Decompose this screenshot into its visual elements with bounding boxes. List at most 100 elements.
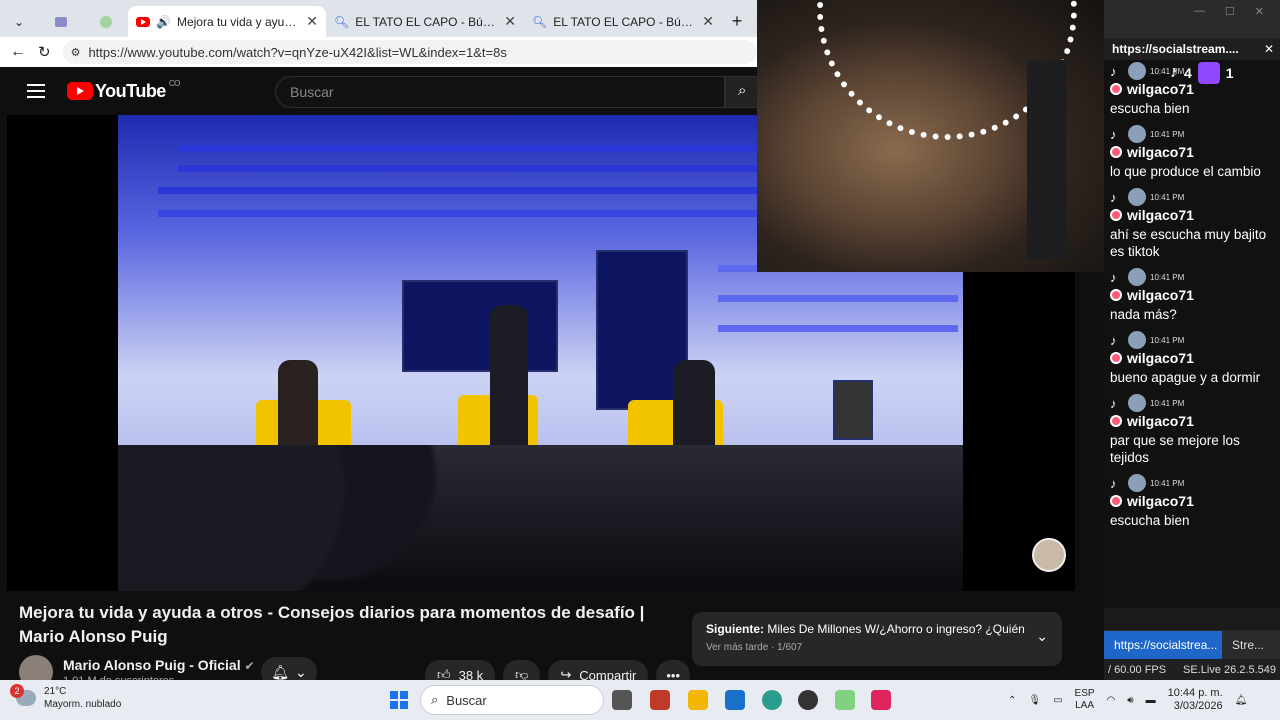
chat-tab-1[interactable]: https://socialstrea...	[1104, 631, 1222, 659]
chevron-down-icon[interactable]: ⌄	[1036, 628, 1048, 645]
url-text: https://www.youtube.com/watch?v=qnYze-uX…	[88, 44, 507, 60]
volume-icon[interactable]: 🔊︎	[1127, 695, 1133, 706]
taskbar-search-placeholder: Buscar	[446, 692, 487, 708]
chat-toolbar[interactable]	[1104, 608, 1280, 630]
notifications-icon[interactable]: 🔔︎	[1235, 695, 1248, 706]
app-icon[interactable]	[835, 690, 855, 710]
tab-extension[interactable]	[84, 6, 128, 37]
stage-screen	[833, 380, 873, 440]
next-title: Miles De Millones W/¿Ahorro o ingreso? ¿…	[767, 622, 1026, 636]
browser-tab-bar: ⌄ 🔊 Mejora tu vida y ayuda a otros ✕ 🔍︎ …	[0, 0, 757, 37]
message-text: escucha bien	[1110, 513, 1190, 528]
chat-message: ♪ 10:41 PM wilgaco71 lo que produce el camb…	[1104, 123, 1280, 186]
language-indicator[interactable]: ESP LAA	[1075, 688, 1095, 712]
weather-badge: 2	[10, 684, 24, 698]
back-icon[interactable]: ←	[10, 43, 26, 61]
maximize-icon[interactable]: ☐	[1225, 5, 1235, 18]
channel-name-text: Mario Alonso Puig - Oficial	[63, 657, 241, 673]
youtube-search-input[interactable]: Buscar	[275, 76, 725, 108]
weather-widget[interactable]: 2 21°C Mayorm. nublado	[10, 684, 122, 711]
playlist-position: Ver más tarde · 1/607	[706, 642, 803, 653]
playlist-next-panel[interactable]: Siguiente: Miles De Millones W/¿Ahorro o…	[692, 612, 1062, 666]
youtube-icon	[136, 16, 150, 27]
message-text: par que se mejore los tejidos	[1110, 433, 1240, 465]
verified-icon: ✔	[244, 659, 255, 673]
tiktok-icon: ♪	[1110, 189, 1117, 205]
taskbar-search[interactable]: ⌕ Buscar	[420, 685, 604, 715]
message-text: nada más?	[1110, 307, 1177, 322]
reload-icon[interactable]: ↻	[38, 43, 51, 61]
chevron-down-icon: ⌄	[13, 14, 25, 29]
wifi-icon[interactable]: ◠	[1107, 695, 1116, 706]
chat-message: ♪ 10:41 PM wilgaco71 ahí se escucha muy baj…	[1104, 186, 1280, 266]
user-avatar	[1128, 268, 1146, 286]
site-info-icon[interactable]: ⚙	[71, 46, 81, 59]
weather-desc: Mayorm. nublado	[44, 699, 122, 710]
chat-feed[interactable]: ♪ 10:41 PM wilgaco71 escucha bien ♪ 10:41 PM w…	[1104, 60, 1280, 608]
store-icon[interactable]	[725, 690, 745, 710]
new-tab-button[interactable]: +	[722, 6, 752, 37]
tab-youtube[interactable]: 🔊 Mejora tu vida y ayuda a otros ✕	[128, 6, 326, 37]
message-text: ahí se escucha muy bajito es tiktok	[1110, 227, 1267, 259]
battery-icon[interactable]: ▬	[1146, 695, 1156, 706]
next-label: Siguiente:	[706, 622, 765, 636]
start-button[interactable]	[390, 691, 408, 709]
microphone-icon[interactable]: 🎙︎	[1028, 695, 1041, 706]
message-user: wilgaco71	[1127, 207, 1194, 223]
close-tab-icon[interactable]: ✕	[306, 13, 318, 30]
minimize-icon[interactable]: —	[1194, 5, 1205, 17]
file-explorer-icon[interactable]	[688, 690, 708, 710]
close-icon[interactable]: ✕	[1264, 42, 1274, 56]
tab-camera[interactable]	[38, 6, 84, 37]
close-icon[interactable]: ✕	[1255, 5, 1264, 18]
chat-url-bar: https://socialstream.... ✕	[1104, 38, 1280, 60]
message-time: 10:41 PM	[1150, 272, 1185, 282]
tiktok-app-icon[interactable]	[871, 690, 891, 710]
chat-tabs: https://socialstrea... Stre...	[1104, 631, 1280, 659]
bell-icon: 🔔︎	[271, 663, 290, 680]
channel-name[interactable]: Mario Alonso Puig - Oficial ✔	[63, 657, 255, 673]
tab-label: Mejora tu vida y ayuda a otros	[176, 14, 300, 29]
tiktok-icon: ♪	[1170, 64, 1178, 81]
tab-search-2[interactable]: 🔍︎ EL TATO EL CAPO - Búsqueda Imá ✕	[524, 6, 722, 37]
plus-icon: +	[731, 11, 743, 31]
search-icon: 🔍︎	[532, 14, 548, 29]
message-time: 10:41 PM	[1150, 398, 1185, 408]
message-time: 10:41 PM	[1150, 335, 1185, 345]
message-time: 10:41 PM	[1150, 129, 1185, 139]
channel-watermark-avatar[interactable]	[1032, 538, 1066, 572]
tab-label: EL TATO EL CAPO - Búsqueda Imá	[553, 14, 696, 29]
chevron-down-icon: ⌄	[295, 663, 307, 680]
lang-secondary: LAA	[1075, 700, 1094, 711]
tiktok-icon: ♪	[1110, 126, 1117, 142]
tiktok-icon: ♪	[1110, 332, 1117, 348]
message-time: 10:41 PM	[1150, 478, 1185, 488]
tab-list-button[interactable]: ⌄	[0, 6, 38, 37]
url-field[interactable]: ⚙ https://www.youtube.com/watch?v=qnYze-…	[62, 40, 757, 64]
close-tab-icon[interactable]: ✕	[504, 13, 516, 30]
chat-tab-label: https://socialstrea...	[1114, 638, 1218, 652]
tab-search-1[interactable]: 🔍︎ EL TATO EL CAPO - Búsqueda ✕	[326, 6, 524, 37]
camera-icon	[55, 16, 67, 27]
search-icon: 🔍︎	[334, 14, 350, 29]
youtube-logo[interactable]: YouTube CO	[67, 79, 180, 102]
chat-tab-2[interactable]: Stre...	[1222, 631, 1280, 659]
user-avatar	[1128, 188, 1146, 206]
chevron-up-icon[interactable]: ⌃	[1008, 695, 1016, 706]
task-view-icon[interactable]	[612, 690, 632, 710]
fps-text: / 60.00 FPS	[1108, 663, 1167, 676]
obs-icon[interactable]	[798, 690, 818, 710]
search-placeholder: Buscar	[290, 84, 334, 100]
message-user: wilgaco71	[1127, 493, 1194, 509]
cloud-icon: 2	[10, 684, 36, 706]
user-avatar	[1128, 394, 1146, 412]
clock[interactable]: 10:44 p. m. 3/03/2026	[1168, 687, 1223, 713]
edge-icon[interactable]	[762, 690, 782, 710]
message-text: lo que produce el cambio	[1110, 164, 1261, 179]
brave-icon[interactable]	[650, 690, 670, 710]
menu-icon[interactable]	[27, 84, 45, 98]
close-tab-icon[interactable]: ✕	[702, 13, 714, 30]
speaker-icon[interactable]: 🔊	[156, 15, 171, 29]
display-icon[interactable]: ▭	[1053, 695, 1062, 706]
search-icon: ⌕	[738, 82, 747, 99]
